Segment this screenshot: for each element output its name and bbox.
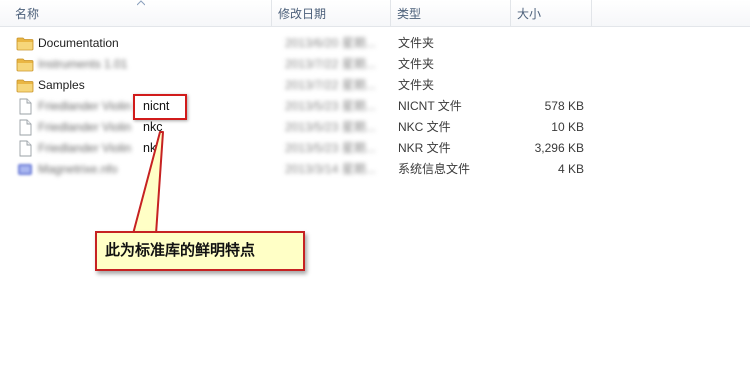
column-header-name[interactable]: 名称 [15, 0, 39, 26]
folder-icon [16, 56, 34, 73]
column-divider[interactable] [390, 0, 391, 26]
file-size: 578 KB [544, 99, 584, 113]
sort-ascending-icon [137, 0, 145, 6]
file-row[interactable]: Friedlander Violin nicnt 2013/5/23 星期... NI… [0, 96, 750, 117]
file-size [520, 75, 584, 96]
file-row[interactable]: Magnetrixe.nfo 2013/3/14 星期... 系统信息文件 4 KB [0, 159, 750, 180]
file-size [520, 33, 584, 54]
file-size [520, 54, 584, 75]
column-divider[interactable] [591, 0, 592, 26]
file-date: 2013/7/22 星期... [285, 78, 376, 92]
column-header-date[interactable]: 修改日期 [278, 0, 326, 26]
file-extension: nkr [143, 141, 161, 155]
column-divider[interactable] [510, 0, 511, 26]
file-icon [16, 98, 34, 115]
file-name: Friedlander Violin [38, 120, 132, 134]
file-icon [16, 119, 34, 136]
file-size: 10 KB [551, 120, 584, 134]
column-header-type[interactable]: 类型 [397, 0, 421, 26]
file-size: 4 KB [557, 162, 584, 176]
highlight-box [133, 94, 187, 120]
file-type: NKC 文件 [398, 120, 451, 134]
file-row[interactable]: Documentation 2013/6/20 星期... 文件夹 [0, 33, 750, 54]
file-name: Friedlander Violin [38, 141, 132, 155]
file-name: Samples [38, 78, 85, 92]
column-header-size[interactable]: 大小 [517, 0, 541, 26]
file-type: 文件夹 [398, 57, 435, 71]
file-date: 2013/6/20 星期... [285, 36, 376, 50]
file-extension: nkc [143, 120, 163, 134]
file-name: Instruments 1.01 [38, 57, 128, 71]
file-type: 文件夹 [398, 36, 435, 50]
file-name: Documentation [38, 36, 119, 50]
file-row[interactable]: Samples 2013/7/22 星期... 文件夹 [0, 75, 750, 96]
file-row[interactable]: Friedlander Violin nkc 2013/5/23 星期... NKC … [0, 117, 750, 138]
file-date: 2013/5/23 星期... [285, 120, 376, 134]
file-date: 2013/3/14 星期... [285, 162, 376, 176]
file-date: 2013/5/23 星期... [285, 141, 376, 155]
info-file-icon [16, 161, 34, 178]
file-type: 文件夹 [398, 78, 435, 92]
file-name: Magnetrixe.nfo [38, 162, 118, 176]
file-size: 3,296 KB [534, 141, 584, 155]
file-date: 2013/7/22 星期... [285, 57, 376, 71]
annotation-callout: 此为标准库的鲜明特点 [95, 231, 305, 271]
file-type: 系统信息文件 [398, 162, 471, 176]
file-row[interactable]: Friedlander Violin nkr 2013/5/23 星期... NKR … [0, 138, 750, 159]
file-type: NKR 文件 [398, 141, 451, 155]
file-name: Friedlander Violin [38, 99, 132, 113]
file-icon [16, 140, 34, 157]
file-date: 2013/5/23 星期... [285, 99, 376, 113]
folder-icon [16, 77, 34, 94]
column-header-bar: 名称 修改日期 类型 大小 [0, 0, 750, 27]
file-row[interactable]: Instruments 1.01 2013/7/22 星期... 文件夹 [0, 54, 750, 75]
column-divider[interactable] [271, 0, 272, 26]
file-type: NICNT 文件 [398, 99, 462, 113]
folder-icon [16, 35, 34, 52]
